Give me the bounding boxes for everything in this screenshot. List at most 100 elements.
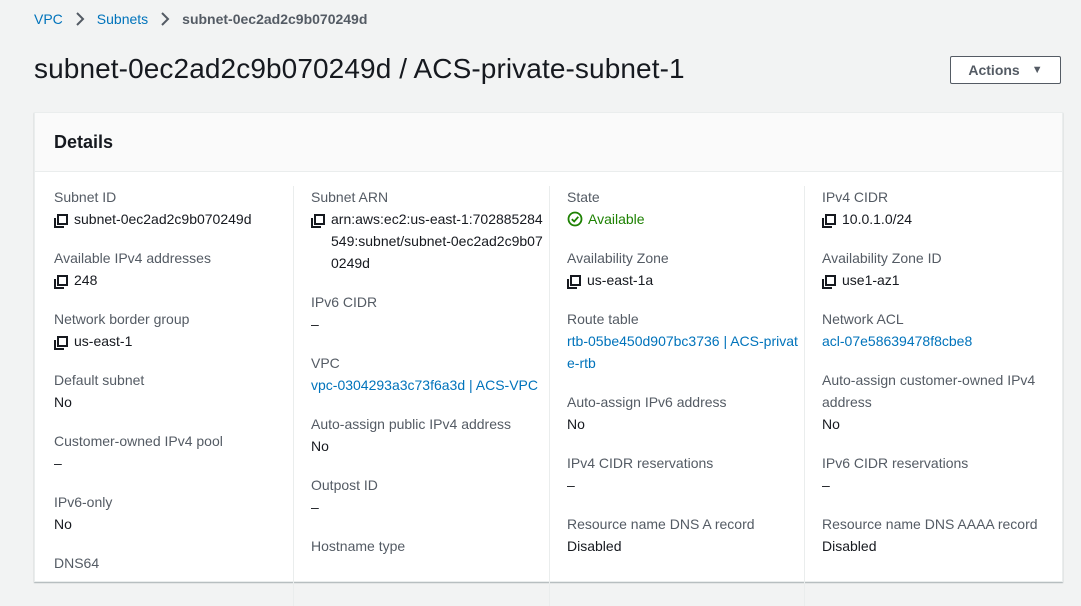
value-text: arn:aws:ec2:us-east-1:702885284549:subne… — [331, 211, 543, 271]
copy-icon[interactable] — [54, 212, 68, 228]
details-header: Details — [35, 113, 1062, 172]
field-label: Availability Zone ID — [822, 250, 942, 266]
value-text: – — [311, 499, 319, 515]
field-value: 10.0.1.0/24 — [822, 208, 1057, 230]
field-availability-zone: Availability Zone us-east-1a — [567, 247, 802, 291]
field-label: Hostname type — [311, 538, 406, 554]
field-label: Route table — [567, 311, 639, 327]
field-network-acl: Network ACL acl-07e58639478f8cbe8 — [822, 308, 1057, 352]
value-text: use1-az1 — [842, 272, 900, 288]
value-link[interactable]: rtb-05be450d907bc3736 | ACS-private-rtb — [567, 330, 802, 374]
field-value: us-east-1a — [567, 269, 802, 291]
field-label: VPC — [311, 355, 340, 371]
field-value: Disabled — [822, 535, 1057, 557]
field-value: No — [567, 413, 802, 435]
field-label: Customer-owned IPv4 pool — [54, 433, 223, 449]
field-ipv4-cidr: IPv4 CIDR 10.0.1.0/24 — [822, 186, 1057, 230]
field-subnet-arn: Subnet ARN arn:aws:ec2:us-east-1:70288528… — [311, 186, 546, 274]
field-value: 248 — [54, 269, 289, 291]
breadcrumb-current: subnet-0ec2ad2c9b070249d — [182, 11, 368, 27]
details-column-1: Subnet ID subnet-0ec2ad2c9b070249d Availab… — [54, 186, 289, 591]
caret-down-icon: ▼ — [1031, 64, 1043, 76]
breadcrumb-subnets-link[interactable]: Subnets — [97, 11, 148, 27]
value-text: us-east-1a — [587, 272, 654, 288]
field-value[interactable]: acl-07e58639478f8cbe8 — [822, 330, 1057, 352]
page-title: subnet-0ec2ad2c9b070249d / ACS-private-s… — [34, 53, 685, 84]
field-availability-zone-id: Availability Zone ID use1-az1 — [822, 247, 1057, 291]
field-subnet-id: Subnet ID subnet-0ec2ad2c9b070249d — [54, 186, 289, 230]
field-label: IPv6 CIDR reservations — [822, 455, 969, 471]
actions-dropdown-button[interactable]: Actions ▼ — [950, 56, 1061, 84]
field-label: IPv6-only — [54, 494, 113, 510]
field-auto-assign-ipv6-address: Auto-assign IPv6 address No — [567, 391, 802, 435]
field-label: Available IPv4 addresses — [54, 250, 211, 266]
copy-icon[interactable] — [822, 212, 836, 228]
value-text: No — [54, 394, 72, 410]
value-text: No — [311, 438, 329, 454]
field-value: Available — [567, 208, 802, 230]
field-value: No — [311, 435, 546, 457]
field-label: DNS64 — [54, 555, 100, 571]
value-link[interactable]: acl-07e58639478f8cbe8 — [822, 330, 972, 352]
field-value: – — [311, 496, 546, 518]
field-ipv6-cidr-reservations: IPv6 CIDR reservations – — [822, 452, 1057, 496]
details-column-2: Subnet ARN arn:aws:ec2:us-east-1:70288528… — [293, 186, 546, 606]
copy-icon[interactable] — [567, 273, 581, 289]
details-column-3: State Available Availability Zone us-east-1… — [549, 186, 802, 606]
field-ipv6-cidr: IPv6 CIDR – — [311, 291, 546, 335]
value-text: 10.0.1.0/24 — [842, 211, 913, 227]
details-column-4: IPv4 CIDR 10.0.1.0/24 Availability Zone ID… — [804, 186, 1057, 606]
field-value: – — [54, 452, 289, 474]
value-text: 248 — [74, 272, 98, 288]
details-title: Details — [54, 131, 114, 152]
field-value: subnet-0ec2ad2c9b070249d — [54, 208, 289, 230]
copy-icon[interactable] — [311, 212, 325, 228]
field-label: Resource name DNS A record — [567, 516, 755, 532]
field-dns64: DNS64 — [54, 552, 289, 574]
field-value[interactable]: rtb-05be450d907bc3736 | ACS-private-rtb — [567, 330, 802, 374]
field-resource-name-dns-aaaa-record: Resource name DNS AAAA record Disabled — [822, 513, 1057, 557]
breadcrumb-vpc-link[interactable]: VPC — [34, 11, 63, 27]
field-value: us-east-1 — [54, 330, 289, 352]
field-customer-owned-ipv4-pool: Customer-owned IPv4 pool – — [54, 430, 289, 474]
field-default-subnet: Default subnet No — [54, 369, 289, 413]
field-value[interactable]: vpc-0304293a3c73f6a3d | ACS-VPC — [311, 374, 546, 396]
chevron-right-icon — [75, 12, 85, 26]
field-value: arn:aws:ec2:us-east-1:702885284549:subne… — [311, 208, 546, 274]
value-text: No — [822, 416, 840, 432]
copy-icon[interactable] — [54, 273, 68, 289]
field-label: IPv4 CIDR — [822, 189, 889, 205]
copy-icon[interactable] — [54, 334, 68, 350]
value-text: No — [54, 516, 72, 532]
value-text: – — [822, 477, 830, 493]
field-label: Subnet ARN — [311, 189, 389, 205]
field-value: Disabled — [567, 535, 802, 557]
chevron-right-icon — [160, 12, 170, 26]
field-vpc: VPC vpc-0304293a3c73f6a3d | ACS-VPC — [311, 352, 546, 396]
field-available-ipv4-addresses: Available IPv4 addresses 248 — [54, 247, 289, 291]
field-resource-name-dns-a-record: Resource name DNS A record Disabled — [567, 513, 802, 557]
field-label: Resource name DNS AAAA record — [822, 516, 1038, 532]
value-link[interactable]: vpc-0304293a3c73f6a3d | ACS-VPC — [311, 374, 538, 396]
field-auto-assign-customer-owned-ipv4-address: Auto-assign customer-owned IPv4 address N… — [822, 369, 1057, 435]
field-value: – — [311, 313, 546, 335]
actions-label: Actions — [968, 62, 1020, 78]
copy-icon[interactable] — [822, 273, 836, 289]
field-label: Default subnet — [54, 372, 145, 388]
field-label: IPv4 CIDR reservations — [567, 455, 714, 471]
value-text: No — [567, 416, 585, 432]
field-state: State Available — [567, 186, 802, 230]
field-value: No — [54, 391, 289, 413]
field-value: No — [54, 513, 289, 535]
breadcrumb: VPC Subnets subnet-0ec2ad2c9b070249d — [34, 11, 367, 27]
value-text: us-east-1 — [74, 333, 133, 349]
field-label: Subnet ID — [54, 189, 117, 205]
field-route-table: Route table rtb-05be450d907bc3736 | ACS-p… — [567, 308, 802, 374]
value-text: – — [54, 455, 62, 471]
field-value: – — [822, 474, 1057, 496]
value-text: – — [311, 316, 319, 332]
field-ipv4-cidr-reservations: IPv4 CIDR reservations – — [567, 452, 802, 496]
value-text: Available — [588, 211, 645, 227]
value-text: Disabled — [822, 538, 877, 554]
field-ipv6-only: IPv6-only No — [54, 491, 289, 535]
